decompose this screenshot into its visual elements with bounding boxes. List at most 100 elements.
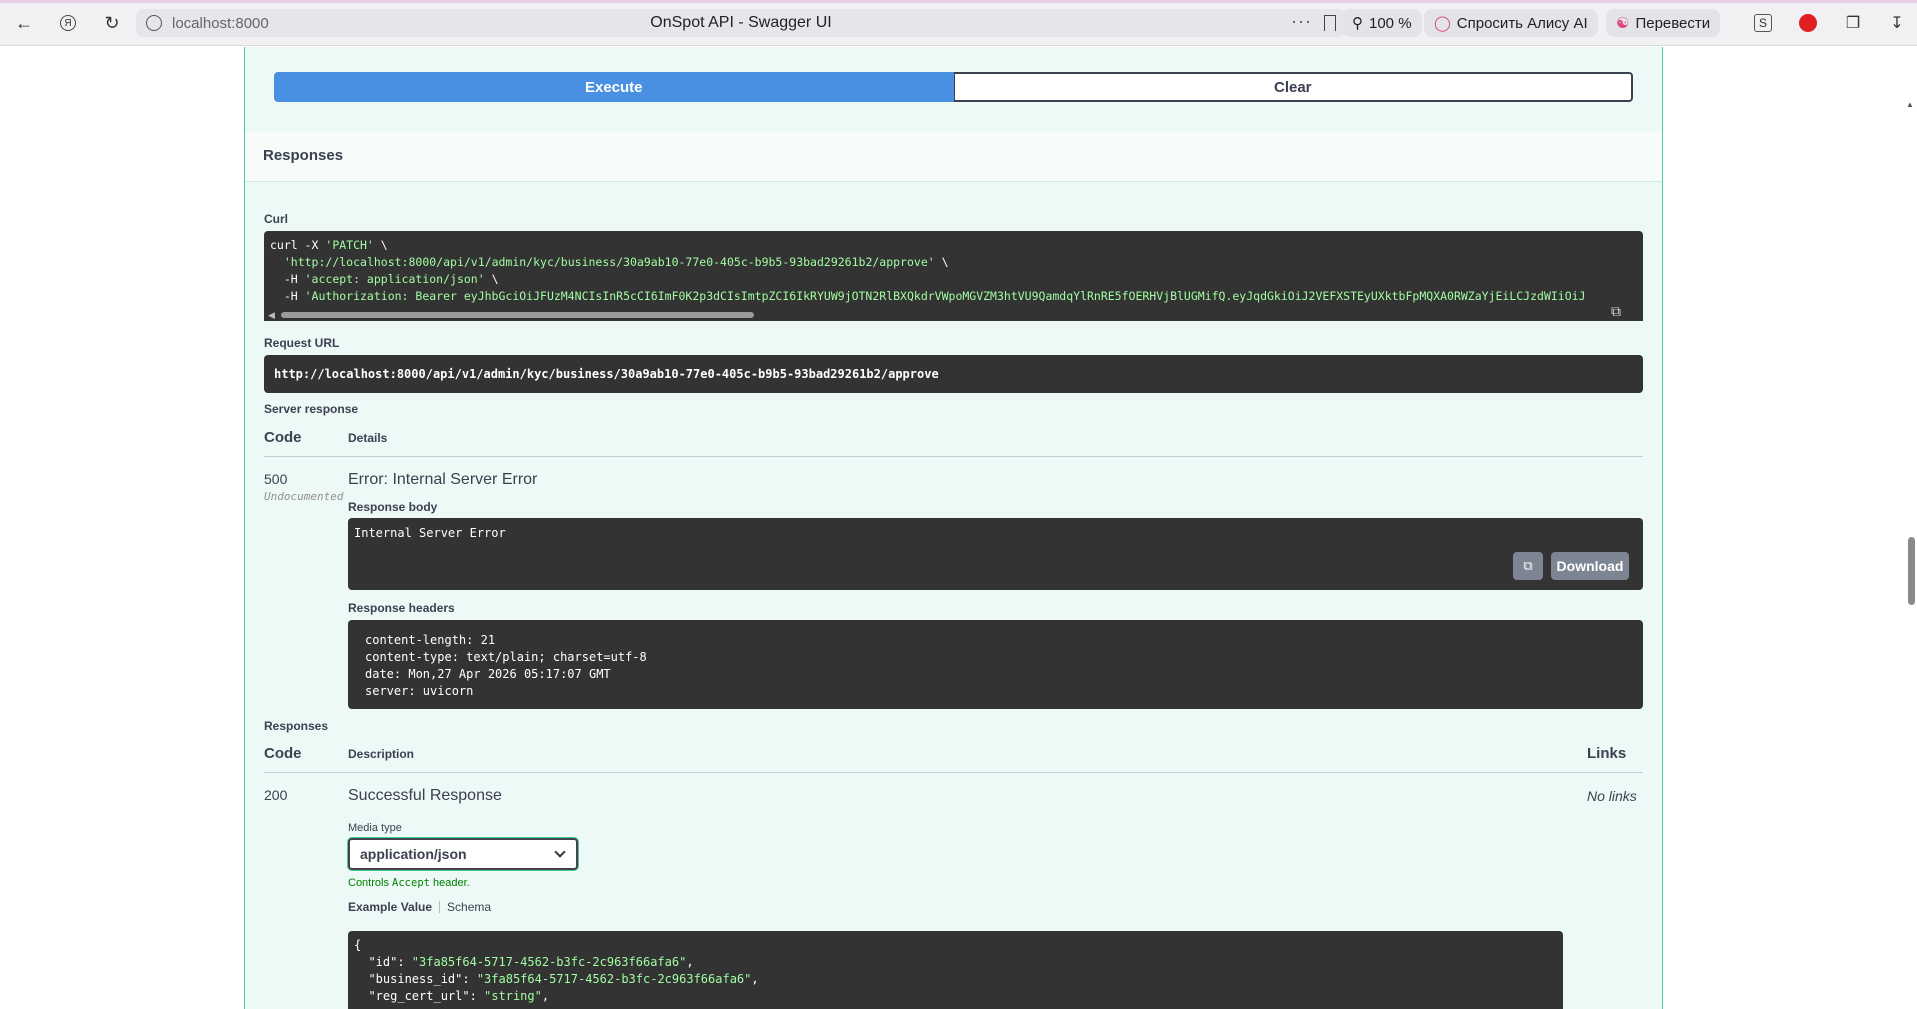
links-column-header: Links — [1587, 745, 1627, 762]
media-type-select[interactable]: application/json — [348, 838, 578, 870]
server-response-label: Server response — [264, 402, 359, 416]
curl-token: \ — [373, 238, 388, 252]
zoom-level: 100 % — [1369, 14, 1412, 32]
copy-curl-icon[interactable]: ⧉ — [1611, 303, 1633, 321]
response-header-line: content-type: text/plain; charset=utf-8 — [365, 650, 647, 664]
example-line: "id": "3fa85f64-5717-4562-b3fc-2c963f66a… — [354, 954, 1557, 971]
example-line: "reg_cert_url": "string", — [354, 988, 1557, 1005]
back-icon[interactable]: ← — [12, 11, 36, 35]
example-string: "string" — [484, 989, 542, 1003]
curl-line: -H 'Authorization: Bearer eyJhbGciOiJFUz… — [270, 288, 1637, 305]
curl-string: 'http://localhost:8000/api/v1/admin/kyc/… — [283, 255, 935, 269]
media-type-label: Media type — [348, 822, 402, 834]
code-column-header: Code — [264, 429, 302, 446]
address-bar[interactable]: localhost:8000 OnSpot API - Swagger UI ·… — [136, 9, 1346, 37]
example-token: { — [354, 938, 362, 952]
curl-label: Curl — [264, 212, 288, 226]
no-links-text: No links — [1587, 788, 1637, 804]
zoom-icon: ⚲ — [1352, 15, 1363, 32]
response-header-line: content-length: 21 — [365, 633, 496, 647]
extension-s-icon[interactable]: S — [1752, 12, 1774, 34]
example-token: "id": — [354, 955, 412, 969]
code-column-header: Code — [264, 745, 302, 762]
curl-string: 'accept: application/json' — [304, 272, 485, 286]
curl-token: -H — [270, 272, 305, 286]
example-token: "reg_cert_url": — [354, 989, 485, 1003]
translate-button[interactable]: ☯ Перевести — [1606, 9, 1721, 37]
alice-label: Спросить Алису AI — [1456, 14, 1588, 32]
accept-code: Accept — [392, 877, 430, 889]
page-title: OnSpot API - Swagger UI — [650, 14, 832, 31]
curl-token: curl -X — [270, 238, 326, 252]
error-title: Error: Internal Server Error — [348, 471, 538, 488]
example-token: , — [751, 972, 759, 986]
scroll-up-icon[interactable]: ▲ — [1906, 100, 1914, 109]
curl-string: 'Authorization: Bearer eyJhbGciOiJFUzM4N… — [304, 289, 1586, 303]
response-header-line: date: Mon,27 Apr 2026 05:17:07 GMT — [365, 667, 611, 681]
yandex-icon[interactable]: Я — [56, 11, 80, 35]
chevron-down-icon — [554, 846, 566, 858]
curl-line: -H 'accept: application/json' \ — [270, 271, 1637, 288]
execute-wrapper: Execute Clear — [274, 72, 1633, 102]
response-headers[interactable]: content-length: 21 content-type: text/pla… — [348, 620, 1643, 709]
responses-title: Responses — [263, 147, 344, 164]
example-value-code[interactable]: { "id": "3fa85f64-5717-4562-b3fc-2c963f6… — [348, 931, 1563, 1009]
scroll-thumb[interactable] — [281, 312, 754, 318]
controls-text: Controls — [348, 877, 393, 889]
response-description: Successful Response — [348, 787, 502, 804]
response-status-code: 500 — [264, 471, 288, 487]
bookmark-icon[interactable] — [1324, 15, 1336, 31]
download-button[interactable]: Download — [1551, 552, 1629, 580]
documented-responses-table-header: Code Description Links — [264, 737, 1643, 773]
page-vertical-scrollbar[interactable] — [1908, 537, 1915, 605]
example-token: , — [541, 989, 550, 1003]
curl-horizontal-scrollbar[interactable]: ◀ — [264, 309, 1643, 321]
tab-schema[interactable]: Schema — [447, 900, 491, 914]
responses-header: Responses — [245, 132, 1662, 182]
undocumented-tag: Undocumented — [264, 490, 344, 503]
tab-strip-edge — [0, 0, 1917, 3]
response-body[interactable]: Internal Server Error — [348, 518, 1643, 590]
browser-toolbar: ← Я ↻ localhost:8000 OnSpot API - Swagge… — [0, 0, 1917, 46]
curl-code-block[interactable]: curl -X 'PATCH' \ 'http://localhost:8000… — [264, 231, 1643, 316]
download-icon[interactable]: ↧ — [1886, 12, 1908, 34]
alice-button[interactable]: ◯ Спросить Алису AI — [1424, 9, 1598, 37]
scroll-left-icon[interactable]: ◀ — [268, 310, 275, 321]
controls-accept-note: Controls Accept header. — [348, 877, 470, 889]
translate-icon: ☯ — [1616, 15, 1630, 32]
example-string: "3fa85f64-5717-4562-b3fc-2c963f66afa6" — [476, 972, 752, 986]
curl-string: 'PATCH' — [325, 238, 374, 252]
request-url-value: http://localhost:8000/api/v1/admin/kyc/b… — [264, 355, 1643, 393]
execute-button[interactable]: Execute — [274, 72, 954, 102]
request-url-label: Request URL — [264, 336, 340, 350]
response-header-line: server: uvicorn — [365, 684, 474, 698]
curl-token: -H — [270, 289, 305, 303]
curl-token: \ — [484, 272, 499, 286]
operation-block-patch: Execute Clear Responses Curl curl -X 'PA… — [244, 47, 1663, 1009]
example-token: , — [686, 955, 694, 969]
translate-label: Перевести — [1635, 14, 1711, 32]
copy-icon: ⧉ — [1523, 558, 1533, 573]
example-string: "3fa85f64-5717-4562-b3fc-2c963f66afa6" — [411, 955, 687, 969]
clear-button[interactable]: Clear — [953, 72, 1633, 102]
collections-icon[interactable]: ❐ — [1842, 12, 1864, 34]
example-tabs: Example Value Schema — [348, 900, 491, 914]
copy-body-button[interactable]: ⧉ — [1513, 552, 1543, 580]
reload-icon[interactable]: ↻ — [100, 11, 124, 35]
example-line: { — [354, 937, 1557, 954]
server-response-table-header: Code Details — [264, 421, 1643, 457]
extension-red-icon[interactable] — [1797, 12, 1819, 34]
tab-divider — [439, 901, 441, 913]
documented-responses-label: Responses — [264, 719, 329, 733]
zoom-button[interactable]: ⚲ 100 % — [1342, 9, 1422, 37]
tab-example-value[interactable]: Example Value — [348, 900, 432, 914]
response-body-label: Response body — [348, 500, 438, 514]
example-line: "business_id": "3fa85f64-5717-4562-b3fc-… — [354, 971, 1557, 988]
example-token: "business_id": — [354, 972, 477, 986]
documented-status-code: 200 — [264, 787, 288, 803]
more-icon[interactable]: ··· — [1291, 11, 1312, 32]
curl-line: 'http://localhost:8000/api/v1/admin/kyc/… — [270, 254, 1637, 271]
media-type-value: application/json — [360, 846, 467, 862]
swagger-page: Execute Clear Responses Curl curl -X 'PA… — [0, 47, 1917, 1009]
description-column-header: Description — [348, 747, 415, 761]
